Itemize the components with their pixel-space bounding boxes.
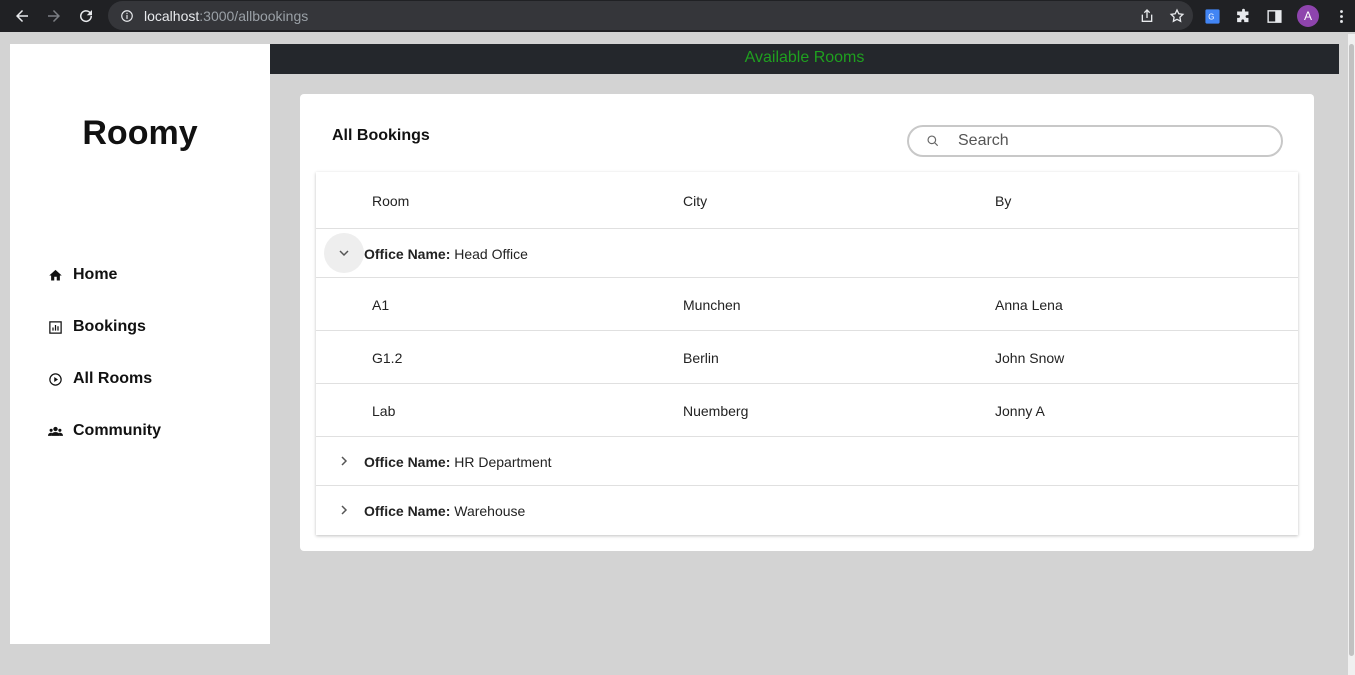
expand-toggle[interactable]	[324, 490, 364, 530]
bookmark-star-icon[interactable]	[1169, 7, 1185, 24]
extensions-icon[interactable]	[1235, 8, 1252, 25]
sidebar-item-bookings[interactable]: Bookings	[48, 318, 146, 336]
scrollbar-thumb[interactable]	[1349, 44, 1354, 656]
cell-by: John Snow	[995, 350, 1065, 366]
sidebar-item-label: Bookings	[73, 318, 146, 335]
chevron-down-icon	[339, 250, 349, 257]
group-icon	[48, 426, 63, 436]
bar-chart-icon	[49, 320, 62, 334]
cell-by: Anna Lena	[995, 297, 1063, 313]
column-header-by[interactable]: By	[995, 193, 1011, 209]
cell-room: Lab	[372, 403, 396, 419]
collapse-toggle[interactable]	[324, 233, 364, 273]
browser-toolbar: localhost:3000/allbookings G A	[0, 0, 1355, 32]
side-panel-icon[interactable]	[1266, 8, 1283, 25]
column-header-room[interactable]: Room	[372, 193, 409, 209]
translate-icon[interactable]: G	[1204, 8, 1221, 25]
brand-logo: Roomy	[82, 114, 198, 152]
svg-text:G: G	[1208, 12, 1214, 21]
sidebar: Roomy Home Bookings All Rooms Community	[10, 44, 270, 644]
group-row-hr-department[interactable]: Office Name: HR Department	[316, 437, 1298, 486]
reload-icon[interactable]	[70, 0, 102, 32]
chevron-right-icon	[341, 456, 348, 466]
sidebar-item-label: Community	[73, 422, 161, 439]
group-row-warehouse[interactable]: Office Name: Warehouse	[316, 486, 1298, 535]
cell-city: Nuemberg	[683, 403, 749, 419]
page-title: All Bookings	[332, 127, 430, 144]
bookings-table: Room City By Office Name: Head Office A1…	[316, 172, 1298, 535]
chevron-right-icon	[341, 505, 348, 515]
table-header: Room City By	[316, 172, 1298, 229]
bookings-card: All Bookings Room City By Office Name: H…	[300, 94, 1314, 551]
address-bar[interactable]: localhost:3000/allbookings	[108, 1, 1193, 30]
table-row[interactable]: Lab Nuemberg Jonny A	[316, 384, 1298, 437]
menu-kebab-icon[interactable]	[1333, 8, 1350, 25]
sidebar-item-community[interactable]: Community	[48, 422, 161, 440]
forward-icon[interactable]	[38, 0, 70, 32]
sidebar-item-label: Home	[73, 266, 118, 283]
expand-toggle[interactable]	[324, 441, 364, 481]
sidebar-item-all-rooms[interactable]: All Rooms	[48, 370, 152, 388]
search-box[interactable]	[907, 125, 1283, 157]
site-info-icon[interactable]	[120, 9, 134, 23]
column-header-city[interactable]: City	[683, 193, 707, 209]
table-row[interactable]: G1.2 Berlin John Snow	[316, 331, 1298, 384]
share-icon[interactable]	[1139, 8, 1155, 24]
profile-avatar[interactable]: A	[1297, 5, 1319, 27]
sidebar-item-home[interactable]: Home	[48, 266, 117, 284]
cell-by: Jonny A	[995, 403, 1045, 419]
home-icon	[49, 269, 62, 280]
search-input[interactable]	[958, 132, 1258, 150]
table-row[interactable]: A1 Munchen Anna Lena	[316, 278, 1298, 331]
cell-room: G1.2	[372, 350, 403, 366]
group-label: Office Name: HR Department	[364, 454, 552, 470]
play-circle-icon	[49, 372, 62, 386]
group-label: Office Name: Head Office	[364, 246, 528, 262]
group-label: Office Name: Warehouse	[364, 503, 526, 519]
cell-city: Berlin	[683, 350, 719, 366]
url-text: localhost:3000/allbookings	[144, 7, 309, 24]
sidebar-item-label: All Rooms	[73, 370, 153, 387]
back-icon[interactable]	[6, 0, 38, 32]
group-row-head-office[interactable]: Office Name: Head Office	[316, 229, 1298, 278]
available-rooms-bar[interactable]: Available Rooms	[270, 44, 1339, 74]
cell-room: A1	[372, 297, 390, 313]
cell-city: Munchen	[683, 297, 741, 313]
search-icon	[927, 135, 939, 147]
